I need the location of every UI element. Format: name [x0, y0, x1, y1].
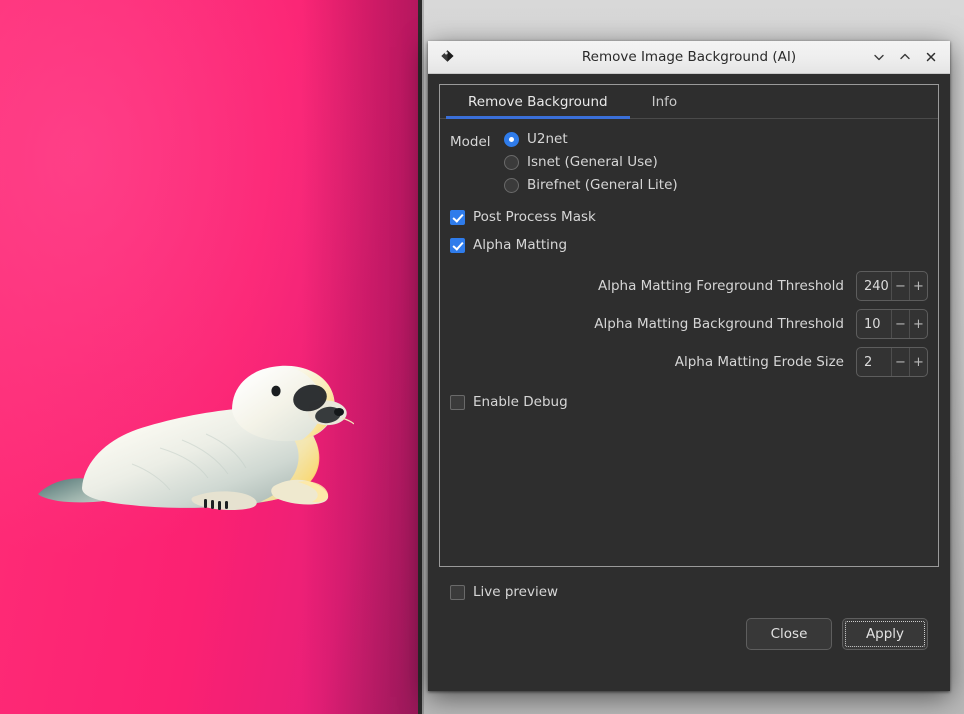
checkbox-post-process-mask-label: Post Process Mask [473, 209, 596, 225]
maximize-button[interactable] [892, 44, 918, 70]
dialog-action-buttons: Close Apply [450, 618, 928, 650]
model-group: Model U2net Isnet (General Use) Biref [450, 131, 928, 193]
tabbar: Remove Background Info [440, 85, 938, 119]
alpha-matting-background-threshold-decrement[interactable]: − [891, 310, 909, 338]
checkbox-row-enable-debug[interactable]: Enable Debug [450, 394, 928, 410]
alpha-matting-background-threshold-increment[interactable]: + [909, 310, 927, 338]
tab-frame: Remove Background Info Model U2net [439, 84, 939, 567]
close-button-action[interactable]: Close [746, 618, 832, 650]
dialog-body: Remove Background Info Model U2net [428, 74, 950, 691]
gimp-wilber-icon [432, 48, 462, 67]
image-canvas[interactable] [0, 0, 418, 714]
checkbox-enable-debug-icon[interactable] [450, 395, 465, 410]
alpha-matting-foreground-threshold-spinbox[interactable]: 240 − + [856, 271, 928, 301]
field-alpha-matting-erode-size: Alpha Matting Erode Size 2 − + [450, 347, 928, 377]
tab-content-remove-background: Model U2net Isnet (General Use) Biref [440, 119, 938, 566]
alpha-matting-foreground-threshold-value[interactable]: 240 [857, 272, 891, 300]
close-button[interactable] [918, 44, 944, 70]
radio-row-u2net[interactable]: U2net [504, 131, 678, 147]
alpha-matting-erode-size-value[interactable]: 2 [857, 348, 891, 376]
model-radio-list: U2net Isnet (General Use) Birefnet (Gene… [504, 131, 678, 193]
radio-u2net-label: U2net [527, 131, 568, 147]
dialog-titlebar[interactable]: Remove Image Background (AI) [428, 41, 950, 74]
window-controls [866, 44, 950, 70]
alpha-matting-foreground-threshold-decrement[interactable]: − [891, 272, 909, 300]
remove-background-dialog: Remove Image Background (AI) Remove Back… [428, 41, 950, 691]
checkbox-row-post-process-mask[interactable]: Post Process Mask [450, 209, 928, 225]
alpha-matting-background-threshold-value[interactable]: 10 [857, 310, 891, 338]
tab-info-label: Info [652, 94, 678, 110]
checkbox-alpha-matting-label: Alpha Matting [473, 237, 567, 253]
radio-u2net-icon[interactable] [504, 132, 519, 147]
minimize-button[interactable] [866, 44, 892, 70]
checkbox-post-process-mask-icon[interactable] [450, 210, 465, 225]
checkbox-live-preview-label: Live preview [473, 584, 558, 600]
alpha-matting-background-threshold-spinbox[interactable]: 10 − + [856, 309, 928, 339]
checkbox-enable-debug-label: Enable Debug [473, 394, 568, 410]
radio-row-isnet[interactable]: Isnet (General Use) [504, 154, 678, 170]
tab-info[interactable]: Info [630, 85, 700, 118]
checkbox-live-preview-icon[interactable] [450, 585, 465, 600]
checkbox-row-live-preview[interactable]: Live preview [450, 584, 928, 600]
alpha-matting-erode-size-spinbox[interactable]: 2 − + [856, 347, 928, 377]
alpha-matting-foreground-threshold-label: Alpha Matting Foreground Threshold [598, 278, 844, 294]
model-label: Model [450, 131, 504, 150]
radio-isnet-icon[interactable] [504, 155, 519, 170]
alpha-matting-foreground-threshold-increment[interactable]: + [909, 272, 927, 300]
dialog-footer: Live preview Close Apply [439, 567, 939, 663]
alpha-matting-erode-size-increment[interactable]: + [909, 348, 927, 376]
tab-remove-background-label: Remove Background [468, 94, 608, 110]
alpha-matting-background-threshold-label: Alpha Matting Background Threshold [594, 316, 844, 332]
apply-button[interactable]: Apply [842, 618, 928, 650]
checkbox-row-alpha-matting[interactable]: Alpha Matting [450, 237, 928, 253]
radio-birefnet-label: Birefnet (General Lite) [527, 177, 678, 193]
alpha-matting-erode-size-decrement[interactable]: − [891, 348, 909, 376]
checkbox-alpha-matting-icon[interactable] [450, 238, 465, 253]
radio-isnet-label: Isnet (General Use) [527, 154, 658, 170]
radio-row-birefnet[interactable]: Birefnet (General Lite) [504, 177, 678, 193]
tab-remove-background[interactable]: Remove Background [446, 85, 630, 118]
alpha-matting-erode-size-label: Alpha Matting Erode Size [675, 354, 844, 370]
field-alpha-matting-foreground-threshold: Alpha Matting Foreground Threshold 240 −… [450, 271, 928, 301]
radio-birefnet-icon[interactable] [504, 178, 519, 193]
field-alpha-matting-background-threshold: Alpha Matting Background Threshold 10 − … [450, 309, 928, 339]
seal-pup-image [36, 336, 354, 531]
